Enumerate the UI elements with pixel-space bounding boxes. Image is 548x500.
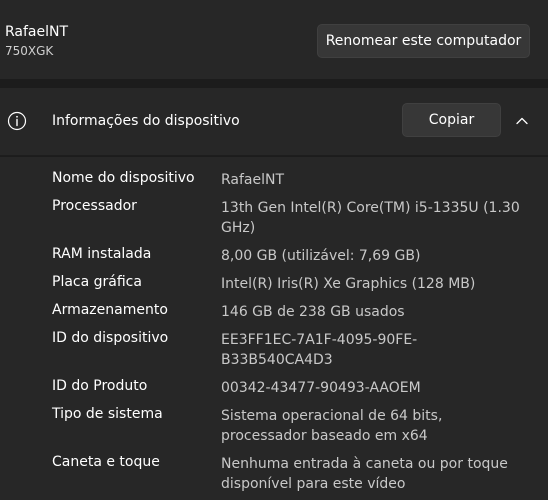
spec-label: Tipo de sistema (52, 406, 163, 422)
computer-name: RafaelNT (5, 24, 69, 40)
spec-label: Armazenamento (52, 302, 168, 318)
spec-label: RAM instalada (52, 246, 152, 262)
rename-computer-button[interactable]: Renomear este computador (317, 24, 530, 58)
spec-value: Sistema operacional de 64 bits, processa… (221, 408, 443, 444)
copy-button[interactable]: Copiar (402, 103, 501, 137)
chevron-up-icon[interactable] (514, 113, 530, 129)
spec-label: ID do dispositivo (52, 330, 169, 346)
spec-label: ID do Produto (52, 378, 148, 394)
spec-value: 8,00 GB (utilizável: 7,69 GB) (221, 248, 421, 264)
spec-value: EE3FF1EC-7A1F-4095-90FE-B33B540CA4D3 (221, 332, 418, 368)
spec-label: Nome do dispositivo (52, 170, 195, 186)
spec-value: 13th Gen Intel(R) Core(TM) i5-1335U (1.3… (221, 200, 520, 236)
device-info-title: Informações do dispositivo (52, 113, 240, 129)
computer-model: 750XGK (5, 44, 54, 58)
spec-value: RafaelNT (221, 172, 285, 188)
spec-value: Intel(R) Iris(R) Xe Graphics (128 MB) (221, 276, 476, 292)
spec-label: Caneta e toque (52, 454, 160, 470)
device-info-header[interactable]: Informações do dispositivo Copiar (0, 88, 548, 156)
spec-label: Placa gráfica (52, 274, 142, 290)
spec-value: 00342-43477-90493-AAOEM (221, 380, 421, 396)
info-icon (7, 111, 27, 131)
device-specs-panel: Nome do dispositivo RafaelNT Processador… (0, 157, 548, 500)
spec-value: 146 GB de 238 GB usados (221, 304, 405, 320)
spec-value: Nenhuma entrada à caneta ou por toque di… (221, 456, 508, 492)
section-gap (0, 80, 548, 88)
spec-label: Processador (52, 198, 137, 214)
computer-name-card: RafaelNT 750XGK Renomear este computador (0, 0, 548, 80)
